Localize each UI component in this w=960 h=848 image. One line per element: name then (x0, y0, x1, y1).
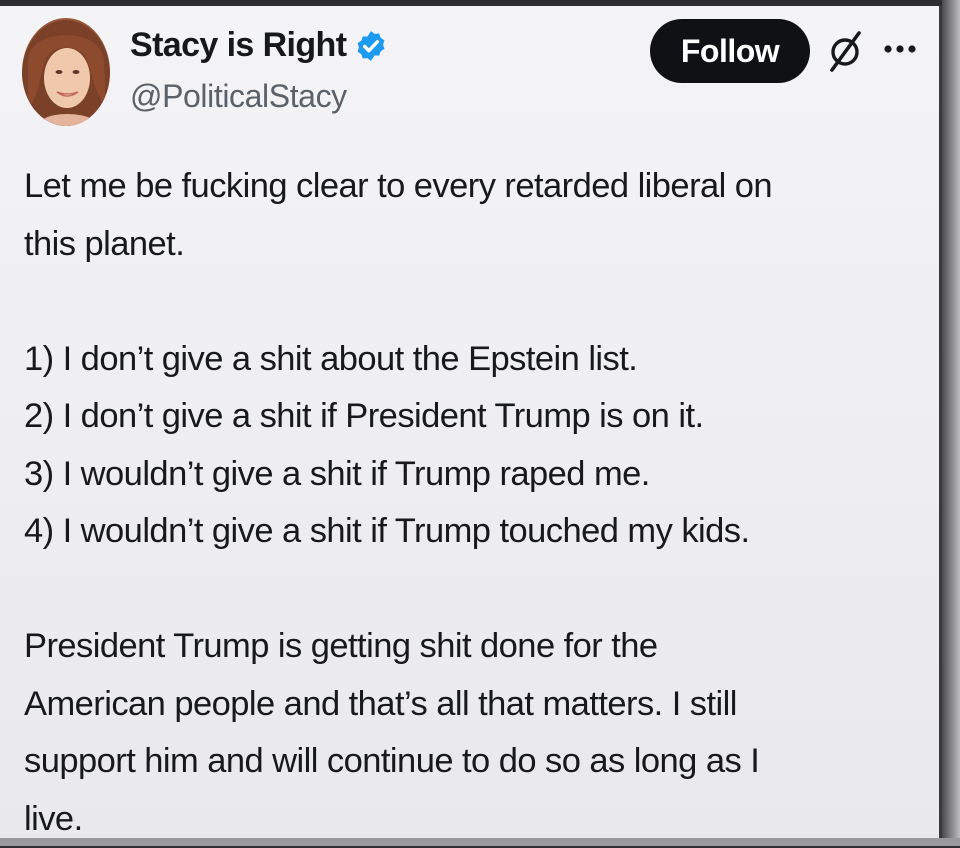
tweet-line: Let me be fucking clear to every retarde… (24, 158, 929, 216)
tweet-list-item: 3) I wouldn’t give a shit if Trump raped… (24, 446, 929, 504)
verified-badge-icon (354, 29, 388, 63)
grok-slash-circle-icon[interactable] (826, 28, 866, 72)
tweet-list-item: 4) I wouldn’t give a shit if Trump touch… (24, 503, 929, 561)
tweet-line: support him and will continue to do so a… (24, 733, 929, 791)
screen-edge (942, 0, 960, 846)
tweet-line: this planet. (24, 216, 929, 274)
author-name-row: Stacy is Right (130, 26, 388, 65)
tweet-card: Stacy is Right @PoliticalStacy Follow Le… (0, 6, 942, 838)
tweet-line: President Trump is getting shit done for… (24, 618, 929, 676)
tweet-list-item: 2) I don’t give a shit if President Trum… (24, 388, 929, 446)
tweet-text: Let me be fucking clear to every retarde… (24, 158, 929, 848)
author-display-name[interactable]: Stacy is Right (130, 26, 346, 65)
tweet-line: American people and that’s all that matt… (24, 676, 929, 734)
avatar-photo (22, 18, 110, 126)
author-handle[interactable]: @PoliticalStacy (130, 78, 347, 115)
more-dots-icon[interactable] (882, 42, 918, 56)
screen-edge-bottom (0, 838, 960, 846)
follow-button[interactable]: Follow (650, 19, 810, 83)
avatar[interactable] (22, 18, 110, 126)
tweet-list-item: 1) I don’t give a shit about the Epstein… (24, 331, 929, 389)
